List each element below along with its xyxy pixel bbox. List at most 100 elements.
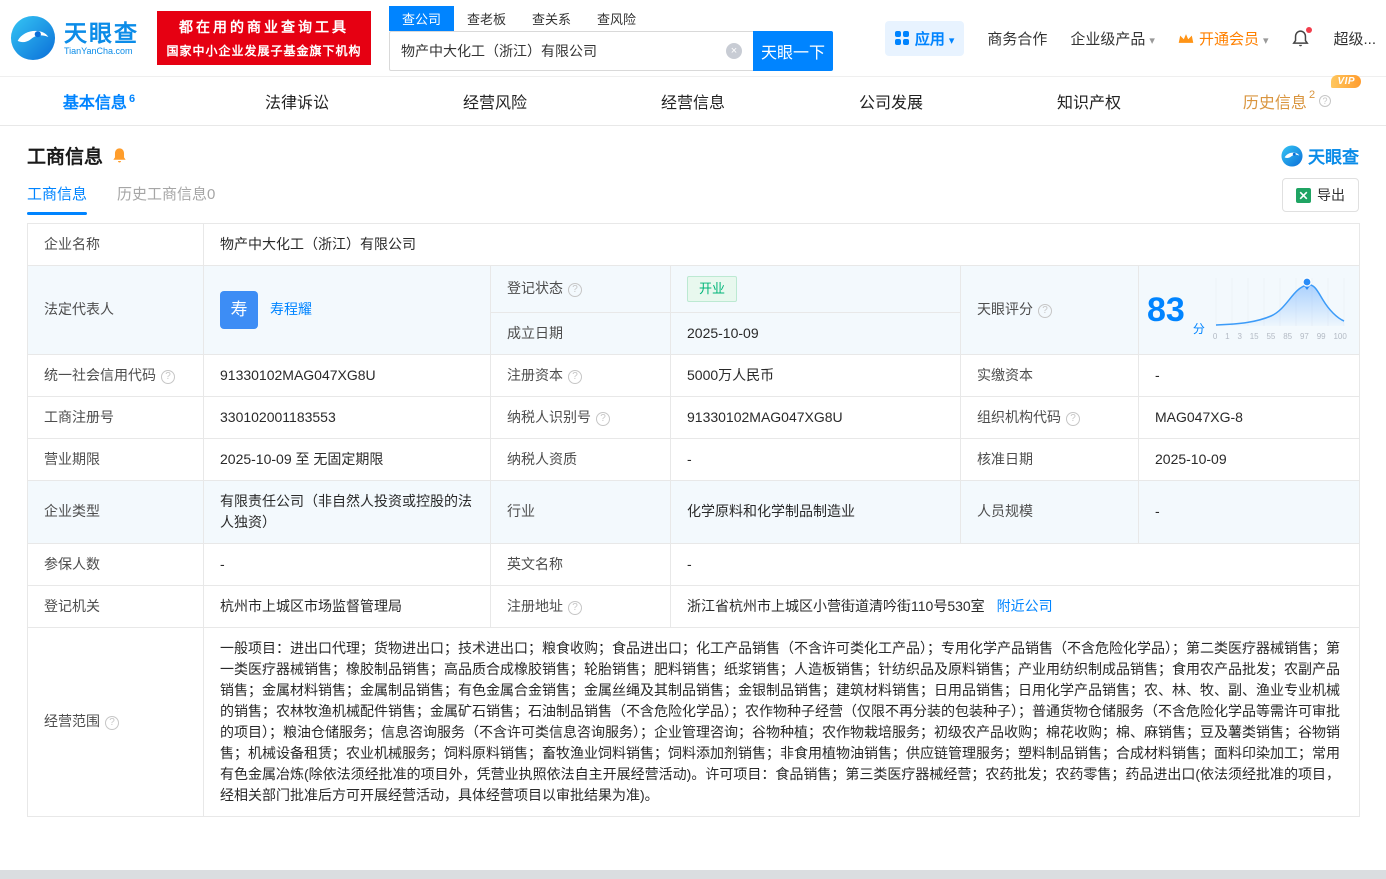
field-value-establish-date: 2025-10-09 — [670, 311, 961, 355]
table-row-reg-authority: 登记机关 杭州市上城区市场监督管理局 注册地址 浙江省杭州市上城区小营街道清吟街… — [27, 584, 1361, 628]
info-icon[interactable] — [1038, 304, 1052, 319]
subtab-history-business-info[interactable]: 历史工商信息0 — [117, 183, 215, 215]
search-tab-company[interactable]: 查公司 — [389, 5, 455, 31]
header-right-links: 应用 商务合作 企业级产品 开通会员 超级... — [884, 20, 1376, 56]
field-value-reg-status: 开业 — [670, 265, 961, 313]
field-label-company-type: 企业类型 — [27, 479, 204, 544]
tab-basic-info[interactable]: 基本信息 6 — [0, 89, 198, 113]
nearby-companies-link[interactable]: 附近公司 — [997, 598, 1053, 614]
top-header: 天眼查 TianYanCha.com 都在用的商业查询工具 国家中小企业发展子基… — [0, 0, 1386, 76]
field-value-org-code: MAG047XG-8 — [1137, 395, 1361, 439]
tab-operating-info[interactable]: 经营信息 — [594, 89, 792, 113]
tab-label: 历史信息 — [1242, 95, 1307, 112]
tab-label: 法律诉讼 — [264, 95, 329, 112]
info-icon[interactable] — [568, 600, 582, 615]
field-value-taxpayer-id: 91330102MAG047XG8U — [670, 395, 961, 439]
field-value-company-type: 有限责任公司（非自然人投资或控股的法人独资） — [203, 479, 491, 544]
subtab-business-info[interactable]: 工商信息 — [27, 183, 88, 215]
field-label-company-name: 企业名称 — [27, 223, 204, 266]
field-label-paid-capital: 实缴资本 — [960, 353, 1139, 397]
tab-count: 6 — [128, 93, 136, 105]
reg-address-text: 浙江省杭州市上城区小营街道清吟街110号530室 — [687, 597, 985, 614]
field-label-business-term: 营业期限 — [27, 437, 204, 481]
field-value-reg-number: 330102001183553 — [203, 395, 491, 439]
subtabs-row: 工商信息 历史工商信息0 导出 — [0, 175, 1386, 215]
search-tab-risk[interactable]: 查风险 — [584, 6, 649, 31]
promo-line2: 国家中小企业发展子基金旗下机构 — [166, 44, 362, 58]
field-value-industry: 化学原料和化学制品制造业 — [670, 479, 961, 544]
subscribe-bell-icon[interactable] — [111, 147, 128, 164]
search-area: 查公司 查老板 查关系 查风险 天眼一下 — [389, 5, 833, 71]
table-row-business-term: 营业期限 2025-10-09 至 无固定期限 纳税人资质 - 核准日期 202… — [27, 437, 1361, 481]
clear-icon[interactable] — [726, 42, 742, 59]
tab-legal-proceedings[interactable]: 法律诉讼 — [198, 89, 396, 113]
export-button[interactable]: 导出 — [1282, 178, 1359, 212]
notification-dot — [1306, 26, 1313, 33]
vip-badge: VIP — [1331, 75, 1362, 88]
tab-history-info[interactable]: 历史信息2 VIP — [1188, 75, 1386, 113]
status-badge: 开业 — [687, 276, 738, 302]
field-value-reg-capital: 5000万人民币 — [670, 353, 961, 397]
logo-subtitle: TianYanCha.com — [64, 46, 133, 57]
field-value-approval-date: 2025-10-09 — [1137, 437, 1361, 481]
field-value-business-term: 2025-10-09 至 无固定期限 — [203, 437, 491, 481]
tianyancha-logo[interactable]: 天眼查 TianYanCha.com — [10, 15, 139, 61]
field-value-legal-rep: 寿 寿程耀 — [203, 265, 491, 355]
business-cooperation-link[interactable]: 商务合作 — [987, 28, 1047, 49]
info-icon[interactable] — [596, 411, 610, 426]
search-tab-relation[interactable]: 查关系 — [519, 6, 584, 31]
notification-bell-icon[interactable] — [1291, 26, 1313, 48]
vip-membership-link[interactable]: 开通会员 — [1178, 28, 1269, 49]
info-icon[interactable] — [105, 716, 119, 730]
tianyancha-eye-icon — [1281, 144, 1303, 167]
section-header: 工商信息 天眼查 — [0, 126, 1386, 175]
watermark-text: 天眼查 — [1308, 148, 1359, 167]
tab-label: 知识产权 — [1056, 95, 1121, 112]
company-nav-tabs: 基本信息6 法律诉讼 经营风险 经营信息 公司发展 知识产权 历史信息2 VIP — [0, 75, 1386, 126]
promo-line1: 都在用的商业查询工具 — [179, 19, 349, 35]
field-label-credit-code: 统一社会信用代码 — [27, 353, 204, 397]
search-tabs: 查公司 查老板 查关系 查风险 — [389, 5, 833, 31]
field-label-reg-address: 注册地址 — [490, 584, 671, 628]
score-distribution-chart: 01 3 15 55 85 97 99 100 — [1213, 276, 1347, 343]
table-row-company-type: 企业类型 有限责任公司（非自然人投资或控股的法人独资） 行业 化学原料和化学制品… — [27, 479, 1361, 544]
field-label-staff-size: 人员规模 — [960, 479, 1139, 544]
enterprise-products-link[interactable]: 企业级产品 — [1070, 28, 1155, 49]
promo-banner: 都在用的商业查询工具 国家中小企业发展子基金旗下机构 — [157, 11, 371, 65]
tab-intellectual-property[interactable]: 知识产权 — [990, 89, 1188, 113]
field-label-taxpayer-qualification: 纳税人资质 — [490, 437, 671, 481]
info-icon[interactable] — [568, 283, 582, 298]
field-value-insured-count: - — [203, 542, 491, 586]
table-row-credit-code: 统一社会信用代码 91330102MAG047XG8U 注册资本 5000万人民… — [27, 353, 1361, 397]
field-label-reg-capital: 注册资本 — [490, 353, 671, 397]
field-label-business-scope: 经营范围 — [27, 626, 204, 817]
info-icon[interactable] — [568, 369, 582, 384]
table-row-legal-rep: 法定代表人 寿 寿程耀 登记状态 开业 天眼评分 83 分 — [27, 265, 1361, 355]
tianyancha-watermark: 天眼查 — [1281, 143, 1359, 168]
field-label-industry: 行业 — [490, 479, 671, 544]
apps-button[interactable]: 应用 — [884, 20, 965, 56]
legal-rep-avatar[interactable]: 寿 — [220, 290, 258, 329]
score-chart-ticks: 01 3 15 55 85 97 99 100 — [1212, 332, 1347, 342]
info-icon[interactable] — [1319, 95, 1332, 107]
apps-grid-icon — [894, 31, 909, 45]
field-value-score: 83 分 0 1 3 15 55 85 97 99 100 — [1137, 265, 1361, 355]
field-label-score: 天眼评分 — [960, 265, 1139, 355]
info-icon[interactable] — [161, 369, 175, 384]
field-label-reg-status: 登记状态 — [490, 265, 671, 313]
tab-company-development[interactable]: 公司发展 — [792, 89, 990, 113]
apps-label: 应用 — [915, 28, 955, 49]
info-icon[interactable] — [1066, 411, 1080, 426]
tab-count: 2 — [1308, 89, 1316, 101]
legal-rep-link[interactable]: 寿程耀 — [270, 299, 312, 320]
business-info-table: 企业名称 物产中大化工（浙江）有限公司 法定代表人 寿 寿程耀 登记状态 开业 … — [27, 223, 1361, 817]
search-button[interactable]: 天眼一下 — [753, 30, 833, 71]
search-row: 天眼一下 — [389, 30, 833, 71]
search-input[interactable] — [401, 42, 726, 59]
search-box — [389, 30, 753, 71]
tab-operating-risk[interactable]: 经营风险 — [396, 89, 594, 113]
user-menu[interactable]: 超级... — [1333, 28, 1376, 49]
search-tab-boss[interactable]: 查老板 — [454, 6, 519, 31]
page-bottom-edge — [0, 870, 1386, 879]
logo-title: 天眼查 — [64, 19, 139, 46]
